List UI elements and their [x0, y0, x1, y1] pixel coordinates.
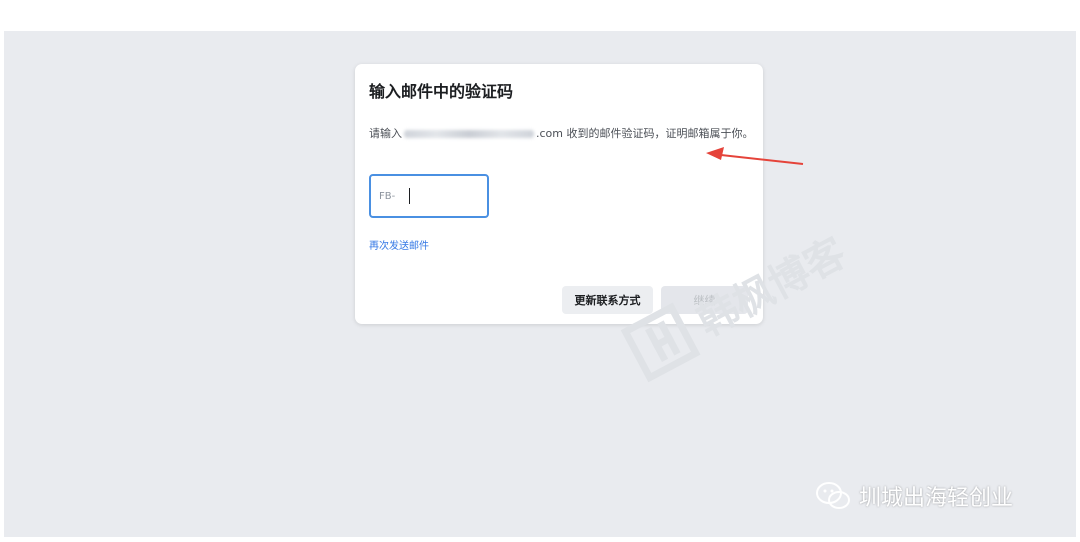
wechat-icon: [816, 482, 850, 509]
annotation-arrow: [706, 147, 804, 165]
account-name: 圳城出海轻创业: [859, 486, 1014, 511]
wechat-account-footer: 圳城出海轻创业: [815, 480, 1013, 512]
